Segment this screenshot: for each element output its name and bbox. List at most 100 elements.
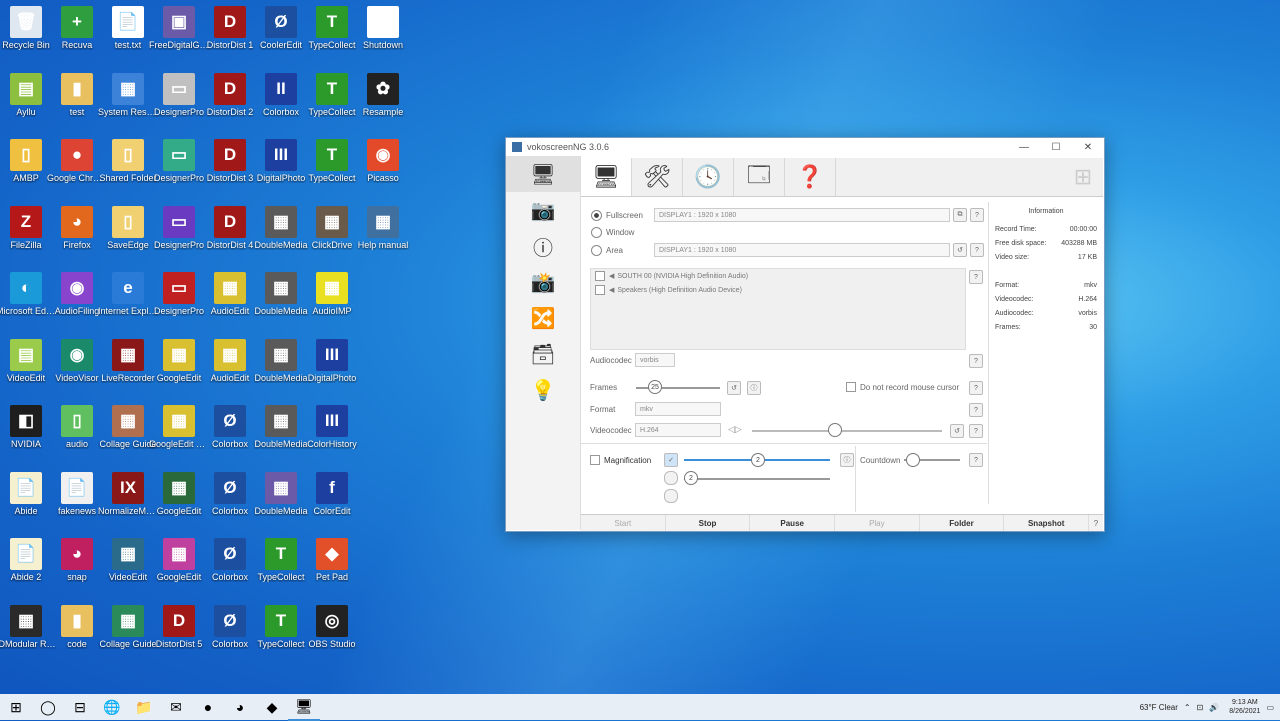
- info-tool-button[interactable]: ⓘ: [506, 228, 580, 264]
- magnification-slider-2[interactable]: [684, 478, 830, 480]
- fullscreen-help-button[interactable]: ?: [970, 208, 984, 222]
- desktop-icon-glyph: ▦: [112, 604, 144, 637]
- audio-device-checkbox[interactable]: [595, 271, 605, 281]
- magnification-slider-knob[interactable]: 2: [751, 453, 765, 467]
- taskbar-app[interactable]: ◆: [256, 694, 288, 720]
- magnification-info-button[interactable]: ⓘ: [840, 453, 854, 467]
- folder-button[interactable]: Folder: [920, 515, 1005, 531]
- taskbar-mail[interactable]: ✉: [160, 694, 192, 720]
- videocodec-select[interactable]: H.264: [635, 423, 721, 437]
- snapshot-help-button[interactable]: ?: [1089, 515, 1103, 531]
- magnify-size-3-button[interactable]: [664, 489, 678, 503]
- close-button[interactable]: ✕: [1072, 142, 1104, 153]
- countdown-slider-knob[interactable]: [906, 453, 920, 467]
- desktop-icon-glyph: T: [265, 604, 297, 637]
- quality-slider-knob[interactable]: [828, 423, 842, 437]
- audiocodec-label: Audiocodec: [590, 355, 632, 365]
- window-titlebar[interactable]: vokoscreenNG 3.0.6 — ☐ ✕: [506, 138, 1104, 156]
- desktop-icon[interactable]: ▦ Help manual: [353, 202, 413, 268]
- area-reset-button[interactable]: ↺: [953, 243, 967, 257]
- magnify-size-1-button[interactable]: ✓: [664, 453, 678, 467]
- player-tool-button[interactable]: 🔀: [506, 300, 580, 336]
- stop-button[interactable]: Stop: [666, 515, 751, 531]
- fullscreen-copy-button[interactable]: ⧉: [953, 208, 967, 222]
- desktop-icon[interactable]: ✿ Resample: [353, 69, 413, 135]
- mouse-cursor-checkbox[interactable]: [846, 382, 856, 392]
- format-select[interactable]: mkv: [635, 402, 721, 416]
- windows-logo-icon: ⊞: [1073, 164, 1093, 189]
- pause-button[interactable]: Pause: [750, 515, 836, 531]
- tab-timer[interactable]: 🕓: [683, 158, 734, 196]
- fullscreen-radio[interactable]: [591, 209, 602, 221]
- tab-help[interactable]: ❓: [785, 158, 836, 196]
- camera-tool-button[interactable]: 📷: [506, 192, 580, 228]
- desktop-icon-glyph: [367, 605, 399, 637]
- area-help-button[interactable]: ?: [970, 243, 984, 257]
- tab-layout[interactable]: 🗔: [734, 158, 785, 196]
- frames-reset-button[interactable]: ↺: [727, 381, 741, 395]
- desktop-icon-glyph: ▦: [367, 205, 399, 238]
- area-display-select[interactable]: DISPLAY1 : 1920 x 1080: [654, 243, 950, 257]
- snapshot-tool-button[interactable]: 📸: [506, 264, 580, 300]
- desktop-icon-glyph: ▦: [214, 272, 246, 304]
- desktop-icon-glyph: +: [61, 6, 93, 38]
- magnification-slider-2-knob[interactable]: 2: [684, 471, 698, 485]
- countdown-help-button[interactable]: ?: [969, 453, 983, 467]
- search-button[interactable]: ◯: [32, 694, 64, 720]
- info-row: Format: mkv: [989, 278, 1103, 292]
- audiocodec-help-button[interactable]: ?: [969, 354, 983, 368]
- desktop-icon[interactable]: ◔ Shutdown: [353, 2, 413, 68]
- videocodec-label: Videocodec: [590, 425, 632, 435]
- fullscreen-display-select[interactable]: DISPLAY1 : 1920 x 1080: [654, 208, 950, 222]
- play-button[interactable]: Play: [835, 515, 920, 531]
- tray-chevron-icon[interactable]: ⌃: [1184, 703, 1191, 712]
- notification-icon[interactable]: ▭: [1266, 703, 1274, 712]
- desktop-icon-glyph: ▦: [112, 338, 144, 371]
- quality-reset-button[interactable]: ↺: [950, 424, 964, 438]
- minimize-button[interactable]: —: [1008, 142, 1040, 153]
- task-view-button[interactable]: ⊟: [64, 694, 96, 720]
- clock-time: 9:13 AM: [1232, 699, 1258, 706]
- weather-widget[interactable]: 63°F Clear: [1140, 703, 1178, 712]
- start-menu-button[interactable]: ⊞: [0, 694, 32, 720]
- audiocodec-select[interactable]: vorbis: [635, 353, 675, 367]
- window-radio[interactable]: [591, 226, 602, 238]
- screencast-tool-button[interactable]: 🖥: [506, 156, 580, 192]
- frames-info-button[interactable]: ⓘ: [747, 381, 761, 395]
- audio-device-item[interactable]: ◀ Speakers (High Definition Audio Device…: [591, 283, 965, 297]
- taskbar-vokoscreen[interactable]: 🖥: [288, 693, 320, 721]
- taskbar-edge[interactable]: 🌐: [96, 694, 128, 720]
- taskbar-firefox[interactable]: ◕: [224, 694, 256, 720]
- log-tool-button[interactable]: 🗃: [506, 336, 580, 372]
- maximize-button[interactable]: ☐: [1040, 142, 1072, 153]
- tab-bar: 🖥 🛠 🕓 🗔 ❓ ⊞: [581, 158, 1103, 197]
- quality-slider[interactable]: [752, 430, 942, 432]
- taskbar-explorer[interactable]: 📁: [128, 694, 160, 720]
- frames-help-button[interactable]: ?: [969, 381, 983, 395]
- info-row: [989, 264, 1103, 278]
- desktop-icon[interactable]: ◉ Picasso: [353, 135, 413, 201]
- audio-device-item[interactable]: ◀ SOUTH 00 (NVIDIA High Definition Audio…: [591, 269, 965, 283]
- audio-help-button[interactable]: ?: [969, 270, 983, 284]
- layout-icon: 🗔: [747, 162, 771, 187]
- videocodec-help-button[interactable]: ?: [969, 424, 983, 438]
- tab-screen[interactable]: 🖥: [581, 158, 632, 196]
- taskbar-chrome[interactable]: ●: [192, 694, 224, 720]
- magnify-size-2-button[interactable]: [664, 471, 678, 485]
- magnification-checkbox[interactable]: [590, 455, 600, 465]
- snapshot-button[interactable]: Snapshot: [1004, 515, 1090, 531]
- info-value: 30: [1089, 323, 1097, 331]
- format-help-button[interactable]: ?: [969, 403, 983, 417]
- tips-tool-button[interactable]: 💡: [506, 372, 580, 408]
- area-radio[interactable]: [591, 244, 602, 256]
- volume-icon[interactable]: 🔊: [1209, 703, 1219, 712]
- desktop-icon-glyph: ▦: [265, 471, 297, 504]
- desktop-icon-label: Shutdown: [362, 40, 404, 50]
- desktop-icon-glyph: ▦: [214, 338, 246, 371]
- network-icon[interactable]: ⊡: [1197, 703, 1204, 712]
- tab-tools[interactable]: 🛠: [632, 158, 683, 196]
- audio-device-checkbox[interactable]: [595, 285, 605, 295]
- frames-slider-knob[interactable]: 25: [648, 380, 662, 394]
- start-button[interactable]: Start: [581, 515, 666, 531]
- clock[interactable]: 9:13 AM 8/26/2021: [1229, 698, 1260, 716]
